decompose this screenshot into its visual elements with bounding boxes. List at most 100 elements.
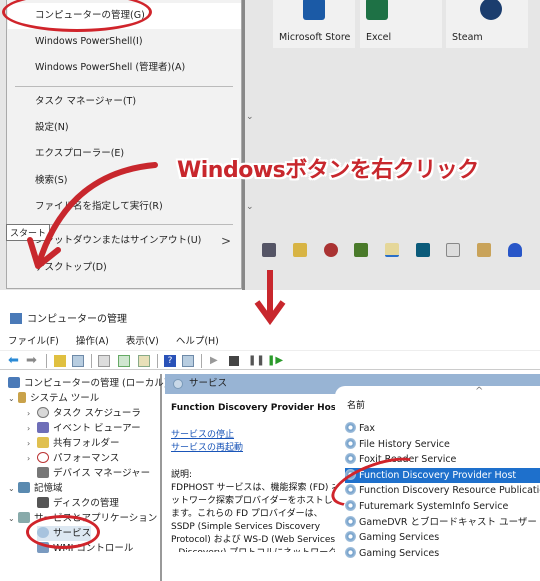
start-menu-screenshot: Microsoft Store Excel Steam ⌄ ⌄ コンピューターの… — [0, 0, 540, 290]
app-icon-8[interactable] — [477, 243, 491, 257]
service-detail: Function Discovery Provider Host サービスの停止… — [171, 402, 341, 552]
tree-label: タスク スケジューラ — [53, 408, 141, 419]
tree-label: デバイス マネージャー — [53, 468, 151, 479]
tree-node-event-viewer[interactable]: › イベント ビューアー — [27, 421, 141, 436]
divider — [242, 0, 245, 290]
chevron-down-icon[interactable]: ⌄ — [8, 511, 18, 526]
shared-folder-icon — [37, 437, 49, 448]
app-icon-3[interactable] — [324, 243, 338, 257]
window-title: コンピューターの管理 — [10, 310, 127, 325]
tile-microsoft-store[interactable]: Microsoft Store — [273, 0, 355, 48]
tree-label: システム ツール — [30, 393, 100, 404]
app-icon-7[interactable] — [446, 243, 460, 257]
chevron-right-icon[interactable]: › — [27, 421, 37, 436]
chevron-right-icon[interactable]: › — [27, 436, 37, 451]
excel-icon — [366, 0, 388, 20]
tree-node-system-tools[interactable]: ⌄ システム ツール — [8, 391, 99, 406]
tree-label: 共有フォルダー — [53, 438, 120, 449]
stop-service-link[interactable]: サービスの停止 — [171, 429, 341, 442]
back-icon[interactable]: ⬅ — [8, 354, 20, 367]
export-icon[interactable] — [138, 355, 150, 367]
service-row[interactable]: File History Service — [345, 437, 540, 452]
app-icon-4[interactable] — [354, 243, 368, 257]
tile-excel[interactable]: Excel — [360, 0, 442, 48]
service-name: GameDVR とブロードキャスト ユーザー サービス_c — [359, 517, 540, 528]
services-header-text: サービス — [189, 378, 228, 389]
computer-icon — [8, 377, 20, 388]
toolbar-separator — [201, 354, 202, 368]
event-viewer-icon — [37, 422, 49, 433]
pause-service-icon[interactable]: ❚❚ — [248, 355, 265, 367]
menu-item-task-manager[interactable]: タスク マネージャー(T) — [8, 89, 241, 115]
menubar: ファイル(F) 操作(A) 表示(V) ヘルプ(H) — [8, 333, 233, 347]
start-service-icon[interactable]: ▶ — [210, 355, 222, 367]
clock-icon — [37, 407, 49, 418]
refresh-icon[interactable] — [118, 355, 130, 367]
app-icon-6[interactable] — [416, 243, 430, 257]
menu-help[interactable]: ヘルプ(H) — [176, 336, 219, 347]
microsoft-store-icon — [303, 0, 325, 20]
help-icon[interactable]: ? — [164, 355, 176, 367]
app-icon-5[interactable] — [385, 243, 399, 257]
window-title-text: コンピューターの管理 — [27, 314, 127, 325]
storage-icon — [18, 482, 30, 493]
description-text: FDPHOST サービスは、機能探索 (FD) ネットワーク探索プロバイダーをホ… — [171, 483, 340, 552]
service-name: Function Discovery Provider Host — [171, 403, 341, 413]
menu-file[interactable]: ファイル(F) — [8, 336, 59, 347]
tree-node-task-scheduler[interactable]: › タスク スケジューラ — [27, 406, 141, 421]
start-tooltip: スタート — [6, 224, 51, 241]
service-name: File History Service — [359, 439, 450, 450]
tile-steam[interactable]: Steam — [446, 0, 528, 48]
restart-service-icon[interactable]: ❚▶ — [267, 355, 283, 367]
tree-label: ディスクの管理 — [53, 498, 119, 509]
forward-icon[interactable]: ➡ — [26, 354, 38, 367]
chevron-right-icon: > — [220, 234, 231, 248]
services-apps-icon — [18, 512, 30, 523]
service-row[interactable]: Gaming Services — [345, 546, 540, 561]
headset-icon[interactable] — [508, 243, 522, 257]
chevron-down-icon[interactable]: ⌄ — [246, 112, 254, 122]
sort-ascending-icon: ^ — [475, 386, 484, 397]
properties-icon[interactable] — [98, 355, 110, 367]
service-name: Futuremark SystemInfo Service — [359, 501, 509, 512]
column-header-name[interactable]: 名前 — [347, 398, 365, 411]
action-pane-icon[interactable] — [182, 355, 194, 367]
tree-node-disk-management[interactable]: ディスクの管理 — [37, 496, 119, 511]
tree-node-device-manager[interactable]: デバイス マネージャー — [37, 466, 150, 481]
tree-node-performance[interactable]: › パフォーマンス — [27, 451, 119, 466]
menu-action[interactable]: 操作(A) — [76, 336, 109, 347]
service-row[interactable]: GameDVR とブロードキャスト ユーザー サービス_c — [345, 515, 540, 530]
device-manager-icon — [37, 467, 49, 478]
menu-item-run[interactable]: ファイル名を指定して実行(R) — [8, 194, 241, 220]
menu-separator — [15, 86, 233, 87]
show-hide-tree-icon[interactable] — [72, 355, 84, 367]
chevron-down-icon[interactable]: ⌄ — [8, 481, 18, 496]
restart-service-link[interactable]: サービスの再起動 — [171, 442, 341, 455]
app-icon-1[interactable] — [262, 243, 276, 257]
service-row[interactable]: Fax — [345, 421, 540, 436]
tree-label: イベント ビューアー — [53, 423, 141, 434]
menu-item-settings[interactable]: 設定(N) — [8, 115, 241, 141]
menu-item-powershell[interactable]: Windows PowerShell(I) — [8, 29, 241, 55]
tree-node-root[interactable]: コンピューターの管理 (ローカル) — [8, 376, 167, 391]
chevron-down-icon[interactable]: ⌄ — [246, 202, 254, 212]
gear-icon — [345, 547, 356, 558]
tree-label: パフォーマンス — [53, 453, 120, 464]
menu-view[interactable]: 表示(V) — [126, 336, 159, 347]
chevron-right-icon[interactable]: › — [27, 406, 37, 421]
up-folder-icon[interactable] — [54, 355, 66, 367]
chevron-down-icon[interactable]: ⌄ — [8, 391, 18, 406]
service-row[interactable]: Gaming Services — [345, 530, 540, 545]
gear-icon — [345, 453, 356, 464]
gear-icon — [345, 422, 356, 433]
stop-service-icon[interactable] — [229, 356, 239, 366]
menu-item-powershell-admin[interactable]: Windows PowerShell (管理者)(A) — [8, 55, 241, 81]
tree-node-shared-folders[interactable]: › 共有フォルダー — [27, 436, 120, 451]
chevron-right-icon[interactable]: › — [27, 451, 37, 466]
app-icon-2[interactable] — [293, 243, 307, 257]
disk-icon — [37, 497, 49, 508]
tree-label: コンピューターの管理 (ローカル) — [24, 378, 168, 389]
computer-management-icon — [10, 313, 22, 324]
tree-node-storage[interactable]: ⌄ 記憶域 — [8, 481, 63, 496]
menu-item-desktop[interactable]: デスクトップ(D) — [8, 255, 241, 281]
